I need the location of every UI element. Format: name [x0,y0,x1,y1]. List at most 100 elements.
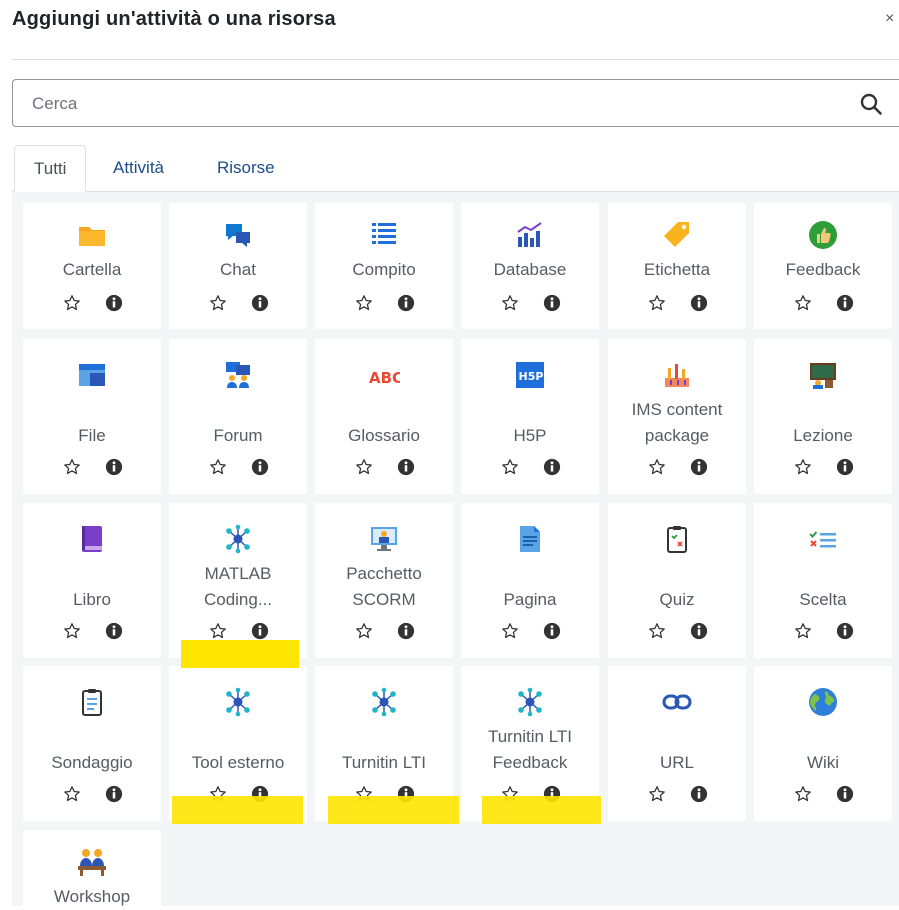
info-icon[interactable] [690,785,708,803]
scorm-monitor-icon [371,527,397,551]
activity-label: IMS content package [631,400,723,445]
activity-item-forum[interactable]: Forum [169,339,307,494]
tab-attivita[interactable]: Attività [113,145,164,192]
star-icon[interactable] [501,458,519,476]
info-icon[interactable] [543,622,561,640]
activity-label: Etichetta [643,260,711,279]
list-icon [372,223,396,244]
globe-icon [809,688,837,716]
activity-item-pacchetto-scorm[interactable]: Pacchetto SCORM [315,503,453,658]
star-icon[interactable] [355,622,373,640]
highlight-mark [328,796,459,824]
info-icon[interactable] [251,622,269,640]
activity-item-wiki[interactable]: Wiki [754,666,892,821]
star-icon[interactable] [794,294,812,312]
star-icon[interactable] [794,622,812,640]
info-icon[interactable] [251,458,269,476]
info-icon[interactable] [836,294,854,312]
activity-label: Database [493,260,567,279]
activity-label: Lezione [793,426,853,445]
bar-chart-icon [517,222,542,247]
star-icon[interactable] [794,458,812,476]
activity-label: Libro [73,590,111,609]
highlight-mark [181,640,299,668]
star-icon[interactable] [501,294,519,312]
activity-label: Sondaggio [51,753,133,772]
info-icon[interactable] [105,622,123,640]
info-icon[interactable] [690,622,708,640]
activity-item-etichetta[interactable]: Etichetta [608,203,746,329]
activity-label: URL [659,753,694,772]
folder-icon [79,227,105,246]
star-icon[interactable] [648,785,666,803]
highlight-mark [482,796,601,824]
link-chain-icon [662,694,692,710]
info-icon[interactable] [543,294,561,312]
svg-text:H5P: H5P [519,370,544,383]
info-icon[interactable] [836,458,854,476]
activity-item-ims-content-package[interactable]: IMS content package [608,339,746,494]
activity-label: Pacchetto SCORM [346,564,422,609]
quiz-clipboard-icon [667,526,687,553]
star-icon[interactable] [209,458,227,476]
info-icon[interactable] [105,785,123,803]
activity-item-quiz[interactable]: Quiz [608,503,746,658]
info-icon[interactable] [251,294,269,312]
activity-item-scelta[interactable]: Scelta [754,503,892,658]
star-icon[interactable] [63,458,81,476]
star-icon[interactable] [355,458,373,476]
star-icon[interactable] [209,294,227,312]
file-window-icon [79,364,105,386]
info-icon[interactable] [690,458,708,476]
survey-clipboard-icon [82,689,102,716]
star-icon[interactable] [501,622,519,640]
page-icon [520,526,540,552]
activity-item-sondaggio[interactable]: Sondaggio [23,666,161,821]
activity-label: Forum [213,426,263,445]
activity-item-database[interactable]: Database [461,203,599,329]
search-input[interactable] [14,81,854,127]
star-icon[interactable] [794,785,812,803]
activity-label: H5P [513,426,547,445]
info-icon[interactable] [105,458,123,476]
star-icon[interactable] [355,294,373,312]
lti-network-icon [226,687,250,717]
activity-item-h5p[interactable]: H5P H5P [461,339,599,494]
activity-item-feedback[interactable]: Feedback [754,203,892,329]
info-icon[interactable] [543,458,561,476]
activity-item-cartella[interactable]: Cartella [23,203,161,329]
activity-item-file[interactable]: File [23,339,161,494]
info-icon[interactable] [397,294,415,312]
activity-item-pagina[interactable]: Pagina [461,503,599,658]
activity-item-lezione[interactable]: Lezione [754,339,892,494]
activity-label: Feedback [785,260,861,279]
info-icon[interactable] [836,785,854,803]
star-icon[interactable] [648,458,666,476]
activity-item-url[interactable]: URL [608,666,746,821]
star-icon[interactable] [63,622,81,640]
activity-label: Quiz [659,590,695,609]
activity-item-glossario[interactable]: ABC Glossario [315,339,453,494]
tab-risorse[interactable]: Risorse [217,145,275,192]
star-icon[interactable] [63,294,81,312]
star-icon[interactable] [648,622,666,640]
star-icon[interactable] [63,785,81,803]
activity-item-workshop[interactable]: Workshop [23,830,161,906]
search-icon[interactable] [859,92,883,116]
tab-tutti[interactable]: Tutti [14,145,87,192]
activity-label: Workshop [53,887,131,906]
activity-item-libro[interactable]: Libro [23,503,161,658]
star-icon[interactable] [209,622,227,640]
activity-item-matlab-coding[interactable]: MATLAB Coding... [169,503,307,658]
info-icon[interactable] [397,622,415,640]
activity-label: Pagina [503,590,557,609]
info-icon[interactable] [690,294,708,312]
info-icon[interactable] [105,294,123,312]
close-icon[interactable]: × [885,10,894,28]
info-icon[interactable] [397,458,415,476]
star-icon[interactable] [648,294,666,312]
activity-item-compito[interactable]: Compito [315,203,453,329]
info-icon[interactable] [836,622,854,640]
activity-item-chat[interactable]: Chat [169,203,307,329]
activity-label: Wiki [806,753,840,772]
